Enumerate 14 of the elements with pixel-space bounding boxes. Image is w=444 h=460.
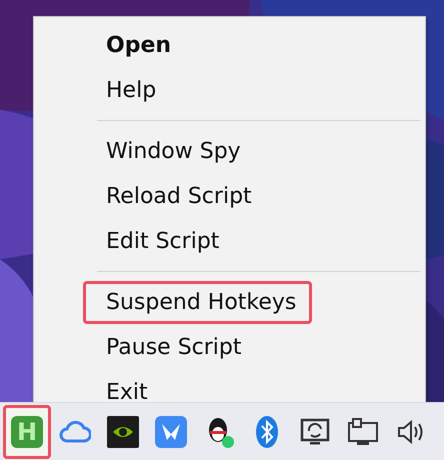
bird-icon[interactable]: [155, 416, 187, 448]
menu-item[interactable]: Suspend Hotkeys: [83, 281, 312, 324]
eye-logo-icon[interactable]: [107, 416, 139, 448]
menu-item[interactable]: Edit Script: [83, 220, 236, 263]
menu-item[interactable]: Open: [83, 24, 188, 67]
menu-item[interactable]: Help: [83, 69, 172, 112]
menu-item[interactable]: Window Spy: [83, 130, 257, 173]
bluetooth-icon[interactable]: [255, 414, 279, 448]
network-icon[interactable]: [347, 416, 379, 446]
menu-item[interactable]: Reload Script: [83, 175, 268, 218]
monitor-icon[interactable]: [299, 416, 331, 446]
cloud-icon[interactable]: [59, 418, 91, 444]
menu-item[interactable]: Exit: [83, 371, 164, 402]
menu-item[interactable]: Pause Script: [83, 326, 258, 369]
